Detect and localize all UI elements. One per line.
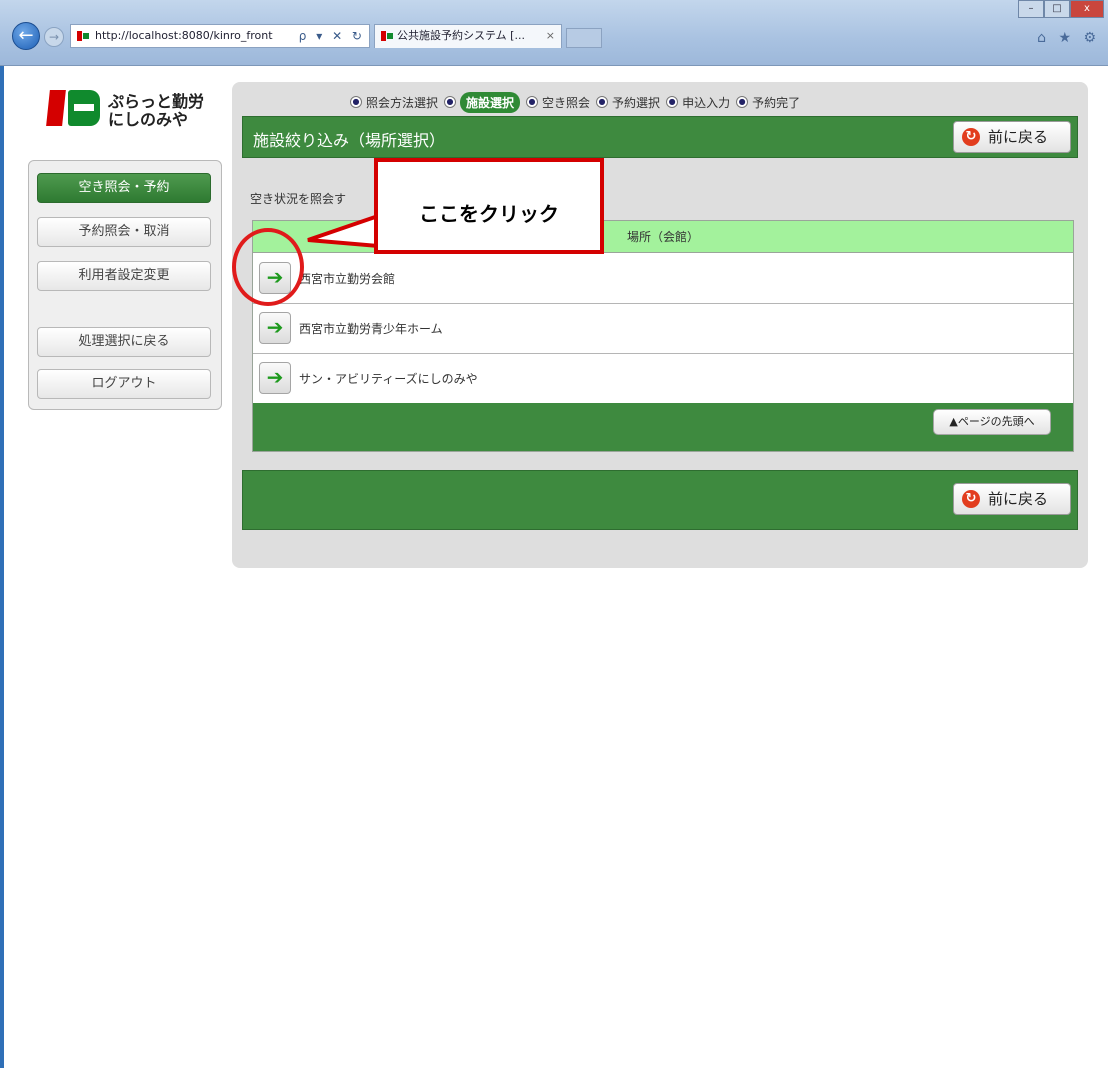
- site-favicon-icon: [77, 31, 89, 41]
- facility-table: 場所（会館） ➔ 西宮市立勤労会館 ➔ 西宮市立勤労青少年ホーム ➔ サン・アビ…: [252, 220, 1074, 452]
- select-arrow-button[interactable]: ➔: [259, 362, 291, 394]
- browser-window: ← → http://localhost:8080/kinro_front ρ …: [0, 0, 1108, 1068]
- back-button-bottom[interactable]: ↻ 前に戻る: [953, 483, 1071, 515]
- new-tab-button[interactable]: [566, 28, 602, 48]
- step-item: ● 申込入力: [666, 94, 730, 111]
- step-label: 空き照会: [542, 95, 591, 110]
- step-label: 申込入力: [682, 95, 731, 110]
- annotation-circle: [232, 228, 304, 306]
- tab-title: 公共施設予約システム [...: [397, 29, 525, 42]
- back-arrow-icon: ↻: [962, 128, 980, 146]
- step-dot-icon: ●: [736, 96, 749, 108]
- back-button-label: 前に戻る: [988, 128, 1049, 146]
- step-label: 予約完了: [752, 95, 801, 110]
- back-arrow-icon: ↻: [962, 490, 980, 508]
- window-buttons: – □ x: [1018, 0, 1104, 20]
- toolbar-icons[interactable]: ⌂ ★ ⚙: [1037, 30, 1100, 46]
- step-dot-icon: ●: [444, 96, 457, 108]
- logo-green-mark: [68, 90, 100, 126]
- step-item: ● 照会方法選択: [350, 94, 438, 111]
- table-row: ➔ 西宮市立勤労青少年ホーム: [253, 304, 1073, 354]
- step-dot-icon: ●: [596, 96, 609, 108]
- sidebar-item-vacancy-reserve[interactable]: 空き照会・予約: [37, 173, 211, 203]
- site-logo: ぷらっと勤労 にしのみや: [44, 82, 214, 142]
- sidebar: 空き照会・予約 予約照会・取消 利用者設定変更 処理選択に戻る ログアウト: [28, 160, 222, 410]
- step-label: 照会方法選択: [366, 95, 439, 110]
- browser-tab[interactable]: 公共施設予約システム [... ×: [374, 24, 562, 48]
- tab-favicon-icon: [381, 31, 393, 41]
- section-header: 施設絞り込み（場所選択） ↻ 前に戻る: [242, 116, 1078, 158]
- minimize-icon[interactable]: –: [1018, 0, 1044, 18]
- page-title: 施設絞り込み（場所選択）: [253, 131, 446, 150]
- instruction-text: 空き状況を照会す: [250, 192, 347, 206]
- main-panel: ● 照会方法選択 ● 施設選択 ● 空き照会 ● 予約選択 ● 申込入力 ● 予約完了 施設…: [232, 82, 1088, 568]
- logo-red-mark: [46, 90, 66, 126]
- step-item: ● 予約完了: [736, 94, 800, 111]
- page-top-button[interactable]: ▲ページの先頭へ: [933, 409, 1051, 435]
- bottom-action-bar: ↻ 前に戻る: [242, 470, 1078, 530]
- back-button-top[interactable]: ↻ 前に戻る: [953, 121, 1071, 153]
- annotation-callout: ここをクリック: [374, 158, 604, 254]
- maximize-icon[interactable]: □: [1044, 0, 1070, 18]
- select-arrow-button[interactable]: ➔: [259, 312, 291, 344]
- logo-text-line2: にしのみや: [108, 110, 189, 129]
- facility-name: 西宮市立勤労会館: [299, 272, 396, 286]
- address-url: http://localhost:8080/kinro_front: [95, 29, 273, 42]
- table-footer: ▲ページの先頭へ: [253, 403, 1073, 451]
- window-left-edge: [0, 66, 4, 1068]
- step-dot-icon: ●: [350, 96, 362, 108]
- address-bar-icons[interactable]: ρ ▾ ✕ ↻: [299, 25, 365, 47]
- annotation-text: ここをクリック: [419, 202, 559, 226]
- step-dot-icon: ●: [666, 96, 679, 108]
- browser-back-icon[interactable]: ←: [12, 22, 40, 50]
- table-row: ➔ サン・アビリティーズにしのみや: [253, 354, 1073, 404]
- sidebar-item-user-settings[interactable]: 利用者設定変更: [37, 261, 211, 291]
- sidebar-item-logout[interactable]: ログアウト: [37, 369, 211, 399]
- facility-name: サン・アビリティーズにしのみや: [299, 372, 478, 386]
- step-dot-icon: ●: [526, 96, 539, 108]
- step-label: 施設選択: [460, 91, 521, 113]
- sidebar-item-back-to-menu[interactable]: 処理選択に戻る: [37, 327, 211, 357]
- sidebar-item-reservation-cancel[interactable]: 予約照会・取消: [37, 217, 211, 247]
- facility-name: 西宮市立勤労青少年ホーム: [299, 322, 443, 336]
- step-item: ● 空き照会: [526, 94, 590, 111]
- address-bar[interactable]: http://localhost:8080/kinro_front ρ ▾ ✕ …: [70, 24, 370, 48]
- browser-forward-icon[interactable]: →: [44, 27, 64, 47]
- progress-steps: ● 照会方法選択 ● 施設選択 ● 空き照会 ● 予約選択 ● 申込入力 ● 予約完了: [350, 90, 806, 114]
- close-window-icon[interactable]: x: [1070, 0, 1104, 18]
- step-item: ● 予約選択: [596, 94, 660, 111]
- step-item-current: ● 施設選択: [444, 91, 521, 113]
- browser-chrome: ← → http://localhost:8080/kinro_front ρ …: [0, 0, 1108, 66]
- table-row: ➔ 西宮市立勤労会館: [253, 254, 1073, 304]
- step-label: 予約選択: [612, 95, 661, 110]
- tab-close-icon[interactable]: ×: [546, 25, 555, 47]
- back-button-label: 前に戻る: [988, 490, 1049, 508]
